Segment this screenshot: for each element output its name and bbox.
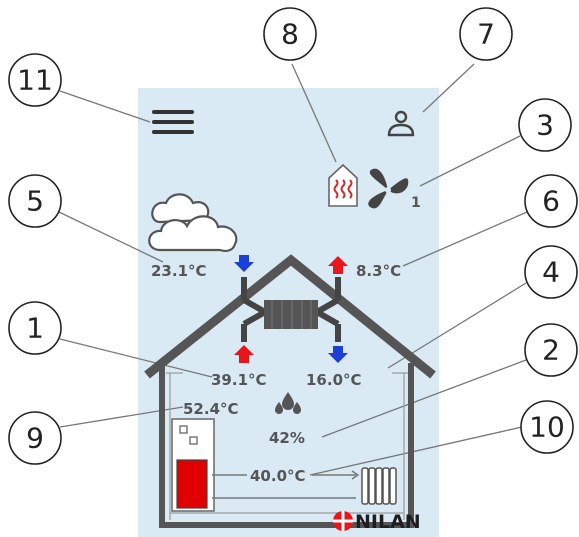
- screenshot-stage: 1 2 3 4 5 6 7 8 9 10 11 1 23.1°C 8.3°C 3…: [8, 7, 578, 537]
- callout-number: 8: [281, 18, 299, 51]
- callout-number: 1: [26, 312, 44, 345]
- hot-water-temp: 52.4°C: [183, 400, 239, 418]
- tank-heat-level: [176, 459, 208, 509]
- heating-temp: 40.0°C: [250, 467, 306, 485]
- fan-level-label: 1: [411, 195, 421, 211]
- supply-temp: 39.1°C: [211, 371, 267, 389]
- brand-name: NILAN: [355, 511, 421, 533]
- extract-temp: 16.0°C: [306, 371, 362, 389]
- humidity-value: 42%: [269, 429, 305, 447]
- radiator-icon: [361, 467, 397, 505]
- callout-number: 9: [26, 422, 44, 455]
- callout-number: 3: [536, 109, 554, 142]
- hamburger-menu-icon[interactable]: [150, 108, 196, 136]
- nilan-logo: NILAN: [333, 511, 421, 533]
- callout-number: 5: [26, 185, 44, 218]
- callout-number: 10: [529, 411, 565, 444]
- exhaust-temp: 8.3°C: [356, 262, 401, 280]
- callout-number: 6: [542, 185, 560, 218]
- hot-water-tank: [171, 418, 215, 512]
- outdoor-temp: 23.1°C: [151, 262, 207, 280]
- callout-number: 4: [542, 256, 560, 289]
- callout-number: 11: [17, 64, 53, 97]
- callout-number: 2: [542, 334, 560, 367]
- callout-number: 7: [477, 18, 495, 51]
